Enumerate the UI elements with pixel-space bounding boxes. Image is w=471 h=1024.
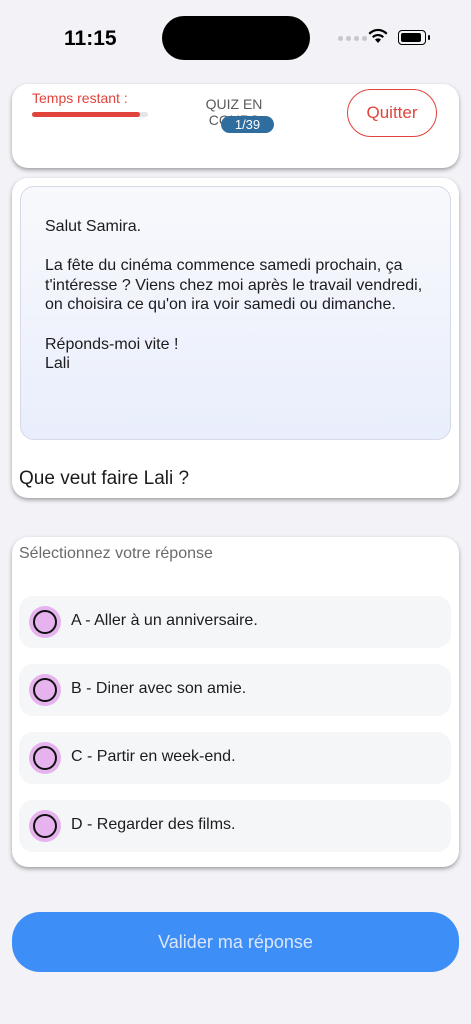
radio-icon[interactable] (29, 606, 61, 638)
answers-prompt: Sélectionnez votre réponse (19, 545, 213, 562)
status-time: 11:15 (64, 27, 117, 50)
radio-icon[interactable] (29, 742, 61, 774)
timer-progress-fill (32, 112, 140, 117)
answers-card: Sélectionnez votre réponse A - Aller à u… (12, 537, 459, 867)
radio-icon[interactable] (29, 810, 61, 842)
passage-signature: Lali (45, 355, 70, 373)
answer-option-label: A - Aller à un anniversaire. (71, 612, 258, 629)
passage-closing: Réponds-moi vite ! (45, 335, 179, 353)
answer-option-d[interactable]: D - Regarder des films. (19, 800, 451, 852)
answer-option-c[interactable]: C - Partir en week-end. (19, 732, 451, 784)
timer-progress-bar (32, 112, 148, 117)
question-progress-badge: 1/39 (221, 116, 274, 133)
answer-option-label: B - Diner avec son amie. (71, 680, 247, 697)
passage-body: La fête du cinéma commence samedi procha… (45, 257, 423, 314)
dynamic-island (162, 16, 310, 60)
passage-greeting: Salut Samira. (45, 218, 142, 235)
answer-option-a[interactable]: A - Aller à un anniversaire. (19, 596, 451, 648)
cellular-signal-icon (338, 36, 367, 41)
question-prompt: Que veut faire Lali ? (19, 468, 190, 489)
wifi-icon (368, 28, 388, 43)
quiz-header: Temps restant : QUIZ EN COURS 1/39 Quitt… (12, 84, 459, 168)
question-card: Salut Samira. La fête du cinéma commence… (12, 178, 459, 498)
passage-box: Salut Samira. La fête du cinéma commence… (20, 186, 451, 440)
answer-option-label: D - Regarder des films. (71, 816, 236, 833)
radio-icon[interactable] (29, 674, 61, 706)
validate-answer-button[interactable]: Valider ma réponse (12, 912, 459, 972)
status-bar: 11:15 (0, 0, 471, 78)
quit-button[interactable]: Quitter (347, 89, 437, 137)
battery-icon (398, 30, 430, 45)
answer-option-label: C - Partir en week-end. (71, 748, 236, 765)
timer-label: Temps restant : (32, 90, 128, 106)
answer-option-b[interactable]: B - Diner avec son amie. (19, 664, 451, 716)
